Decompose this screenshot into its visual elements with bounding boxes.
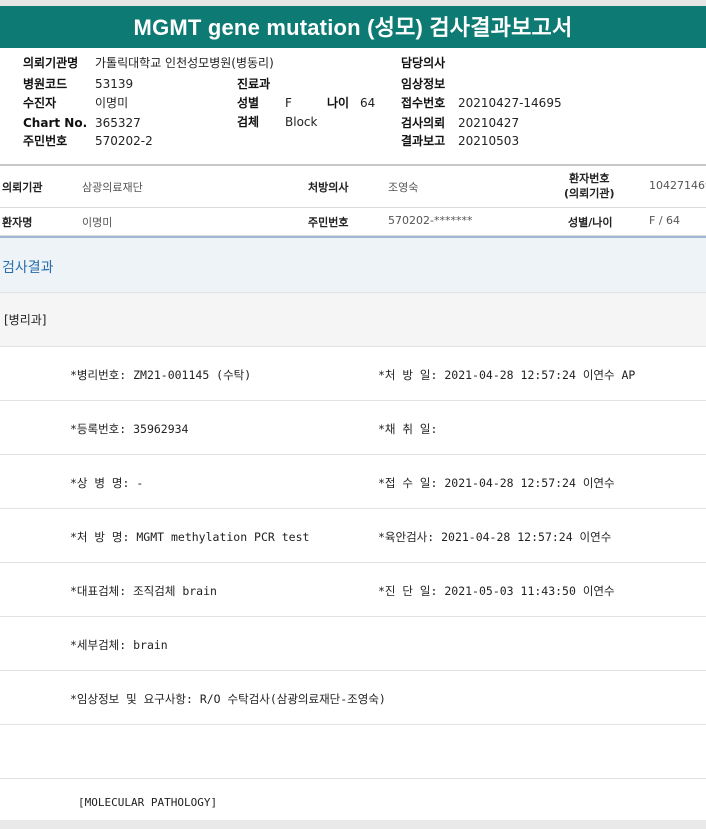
prescription-name: *처 방 명: MGMT methylation PCR test	[70, 530, 310, 544]
result-row: *임상정보 및 요구사항: R/O 수탁검사(삼광의료재단-조영숙)	[0, 671, 706, 725]
header-label-resident-no: 주민번호	[23, 134, 68, 148]
header-label-examinee: 수진자	[23, 96, 57, 110]
result-row: *상 병 명: - *접 수 일: 2021-04-28 12:57:24 이연…	[0, 455, 706, 509]
header-label-receipt-no: 접수번호	[401, 96, 446, 110]
gross-exam-date: *육안검사: 2021-04-28 12:57:24 이연수	[378, 530, 612, 544]
molecular-pathology-label: [MOLECULAR PATHOLOGY]	[78, 796, 218, 809]
bottom-strip	[0, 820, 706, 829]
department-section-label: [병리과]	[4, 313, 47, 327]
header-value-examinee: 이명미	[95, 96, 129, 110]
detailed-specimen: *세부검체: brain	[70, 638, 168, 652]
patient-info-row: 의뢰기관 삼광의료재단 처방의사 조영숙 환자번호 (의뢰기관) 1042714…	[0, 166, 706, 208]
header-value-chart-no: 365327	[95, 116, 141, 130]
molecular-pathology-row: [MOLECULAR PATHOLOGY]	[0, 778, 706, 822]
results-header: 검사결과	[0, 236, 706, 292]
header-label-doctor: 담당의사	[401, 56, 446, 70]
receipt-date: *접 수 일: 2021-04-28 12:57:24 이연수	[378, 476, 615, 490]
collection-date: *채 취 일:	[378, 422, 438, 436]
header-label-specimen: 검체	[237, 115, 260, 129]
header-label-sex: 성별	[237, 96, 260, 110]
header-value-sex: F	[285, 96, 292, 110]
result-row: *병리번호: ZM21-001145 (수탁) *처 방 일: 2021-04-…	[0, 347, 706, 401]
prescription-date: *처 방 일: 2021-04-28 12:57:24 이연수 AP	[378, 368, 636, 382]
section-row: [병리과]	[0, 292, 706, 347]
diagnosis-name: *상 병 명: -	[70, 476, 144, 490]
patient-number-label: 환자번호 (의뢰기관)	[564, 171, 615, 201]
header-value-institution: 가톨릭대학교 인천성모병원(병동리)	[95, 56, 274, 70]
registration-number: *등록번호: 35962934	[70, 422, 189, 436]
result-row: *세부검체: brain	[0, 617, 706, 671]
resident-number-value: 570202-*******	[388, 214, 473, 227]
report-title: MGMT gene mutation (성모) 검사결과보고서	[0, 6, 706, 48]
header-value-specimen: Block	[285, 115, 318, 129]
header-label-request-date: 검사의뢰	[401, 116, 446, 130]
patient-number-label-line2: (의뢰기관)	[564, 187, 615, 200]
header-value-receipt-no: 20210427-14695	[458, 96, 562, 110]
header-value-request-date: 20210427	[458, 116, 520, 130]
sex-age-label: 성별/나이	[568, 216, 613, 229]
result-row: *대표검체: 조직검체 brain *진 단 일: 2021-05-03 11:…	[0, 563, 706, 617]
header-value-report-date: 20210503	[458, 134, 520, 148]
clinical-info-requirements: *임상정보 및 요구사항: R/O 수탁검사(삼광의료재단-조영숙)	[70, 692, 386, 706]
representative-specimen: *대표검체: 조직검체 brain	[70, 584, 217, 598]
institution-label: 의뢰기관	[2, 181, 43, 194]
header-label-hospital-code: 병원코드	[23, 77, 68, 91]
diagnosis-date: *진 단 일: 2021-05-03 11:43:50 이연수	[378, 584, 615, 598]
resident-number-label: 주민번호	[308, 216, 349, 229]
result-row: *등록번호: 35962934 *채 취 일:	[0, 401, 706, 455]
patient-name-label: 환자명	[2, 216, 33, 229]
header-value-hospital-code: 53139	[95, 77, 134, 91]
header-value-age: 64	[360, 96, 376, 110]
header-label-clinical-info: 임상정보	[401, 77, 446, 91]
sex-age-value: F / 64	[649, 214, 681, 227]
header-label-institution: 의뢰기관명	[23, 56, 79, 70]
header-value-resident-no: 570202-2	[95, 134, 153, 148]
results-title: 검사결과	[2, 260, 54, 276]
result-row: *처 방 명: MGMT methylation PCR test *육안검사:…	[0, 509, 706, 563]
result-row-empty	[0, 725, 706, 779]
patient-number-value: 1042714695	[649, 179, 706, 192]
header-label-department: 진료과	[237, 77, 271, 91]
header-label-report-date: 결과보고	[401, 134, 446, 148]
institution-value: 삼광의료재단	[82, 181, 143, 194]
patient-info-row: 환자명 이명미 주민번호 570202-******* 성별/나이 F / 64	[0, 208, 706, 236]
patient-number-label-line1: 환자번호	[569, 172, 610, 185]
header-label-age: 나이	[327, 96, 350, 110]
prescribing-doctor-value: 조영숙	[388, 181, 419, 194]
patient-name-value: 이명미	[82, 216, 113, 229]
pathology-number: *병리번호: ZM21-001145 (수탁)	[70, 368, 252, 382]
header-label-chart-no: Chart No.	[23, 116, 88, 130]
prescribing-doctor-label: 처방의사	[308, 181, 349, 194]
